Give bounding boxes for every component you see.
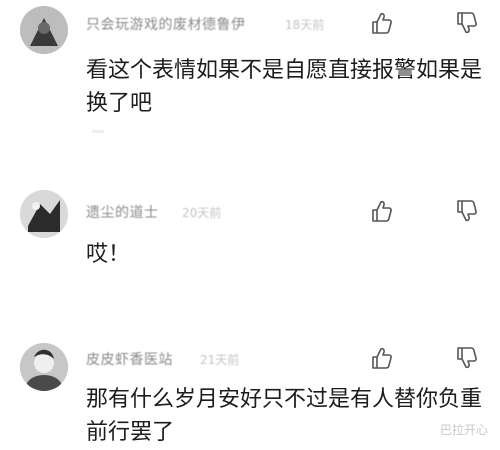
comment-item: 遗尘的道士 20天前 哎！ xyxy=(0,180,500,310)
comment-text: 看这个表情如果不是自愿直接报警如果是换了吧 xyxy=(86,58,483,116)
thumbs-up-icon[interactable] xyxy=(370,345,394,371)
thumbs-down-icon[interactable] xyxy=(455,198,479,224)
comment-text: 哎！ xyxy=(86,242,131,267)
divider xyxy=(92,130,104,133)
avatar[interactable] xyxy=(20,343,68,391)
avatar[interactable] xyxy=(20,6,68,54)
comment-item: 只会玩游戏的废材德鲁伊 18天前 看这个表情如果不是自愿直接报警如果是换了吧 xyxy=(0,0,500,150)
thumbs-up-icon[interactable] xyxy=(370,10,394,36)
thumbs-up-icon[interactable] xyxy=(370,198,394,224)
comment-item: 皮皮虾香医站 21天前 那有什么岁月安好只不过是有人替你负重前行罢了 xyxy=(0,335,500,450)
username[interactable]: 皮皮虾香医站 xyxy=(86,349,173,369)
username[interactable]: 遗尘的道士 xyxy=(86,202,159,222)
watermark: 巴拉开心 xyxy=(439,423,488,437)
comment-list: 只会玩游戏的废材德鲁伊 18天前 看这个表情如果不是自愿直接报警如果是换了吧 遗… xyxy=(0,0,500,450)
username[interactable]: 只会玩游戏的废材德鲁伊 xyxy=(86,14,246,34)
avatar[interactable] xyxy=(20,190,68,238)
comment-text: 那有什么岁月安好只不过是有人替你负重前行罢了 xyxy=(86,387,483,445)
timestamp: 20天前 xyxy=(182,206,222,220)
thumbs-down-icon[interactable] xyxy=(455,345,479,371)
thumbs-down-icon[interactable] xyxy=(455,10,479,36)
timestamp: 21天前 xyxy=(200,353,240,367)
timestamp: 18天前 xyxy=(285,18,325,32)
